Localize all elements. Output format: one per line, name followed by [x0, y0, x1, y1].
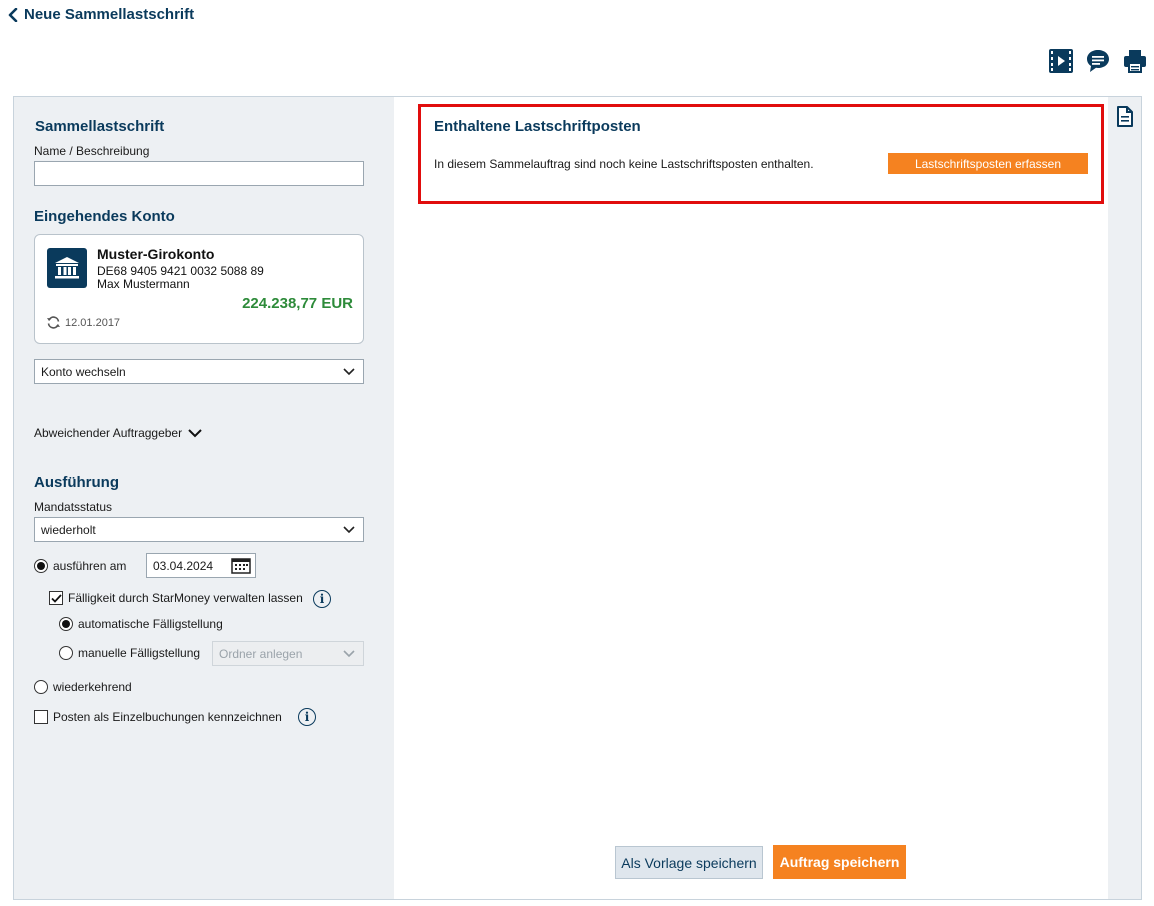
right-panel: [394, 97, 1108, 899]
execute-on-option[interactable]: ausführen am: [34, 559, 126, 573]
chat-icon[interactable]: [1084, 47, 1112, 75]
recurring-radio[interactable]: [34, 680, 48, 694]
print-icon[interactable]: [1121, 47, 1149, 75]
info-icon[interactable]: i: [298, 708, 316, 726]
switch-account-label: Konto wechseln: [41, 364, 126, 379]
video-icon[interactable]: [1047, 47, 1075, 75]
mandate-status-value: wiederholt: [41, 522, 96, 537]
chevron-left-icon: [8, 7, 18, 22]
account-owner: Max Mustermann: [97, 277, 190, 291]
manual-due-radio[interactable]: [59, 646, 73, 660]
section-title-account: Eingehendes Konto: [34, 208, 175, 225]
section-title-collective: Sammellastschrift: [35, 118, 165, 135]
manual-due-option[interactable]: manuelle Fälligstellung: [59, 646, 200, 660]
folder-select: Ordner anlegen: [212, 641, 364, 666]
sync-icon: [47, 316, 60, 329]
bank-icon: [47, 248, 87, 288]
different-originator-label: Abweichender Auftraggeber: [34, 426, 183, 440]
back-link[interactable]: Neue Sammellastschrift: [8, 6, 194, 23]
sync-date: 12.01.2017: [65, 316, 121, 329]
save-order-button[interactable]: Auftrag speichern: [773, 845, 906, 879]
auto-due-option[interactable]: automatische Fälligstellung: [59, 617, 223, 631]
recurring-option[interactable]: wiederkehrend: [34, 680, 132, 694]
recurring-label: wiederkehrend: [53, 680, 132, 694]
account-card[interactable]: Muster-Girokonto DE68 9405 9421 0032 508…: [34, 234, 364, 344]
info-icon[interactable]: i: [313, 590, 331, 608]
switch-account-select[interactable]: Konto wechseln: [34, 359, 364, 384]
execute-date-value: 03.04.2024: [153, 558, 214, 573]
checkmark-icon: [50, 593, 62, 603]
mandate-status-label: Mandatsstatus: [34, 500, 113, 514]
execute-date-input[interactable]: 03.04.2024: [146, 553, 256, 578]
account-balance: 224.238,77 EUR: [242, 295, 353, 312]
due-managed-checkbox[interactable]: [49, 591, 63, 605]
name-input[interactable]: [34, 161, 364, 186]
section-title-execution: Ausführung: [34, 474, 119, 491]
folder-placeholder: Ordner anlegen: [219, 646, 303, 661]
debit-items-title: Enthaltene Lastschriftposten: [434, 118, 641, 135]
add-debit-item-button[interactable]: Lastschriftsposten erfassen: [888, 153, 1088, 174]
due-managed-label: Fälligkeit durch StarMoney verwalten las…: [68, 591, 303, 605]
name-label: Name / Beschreibung: [34, 144, 150, 158]
single-booking-option[interactable]: Posten als Einzelbuchungen kennzeichnen: [34, 710, 282, 724]
chevron-down-icon: [188, 428, 202, 437]
due-managed-option[interactable]: Fälligkeit durch StarMoney verwalten las…: [49, 591, 303, 605]
empty-state-text: In diesem Sammelauftrag sind noch keine …: [434, 157, 814, 171]
account-sync: 12.01.2017: [46, 316, 120, 329]
mandate-status-select[interactable]: wiederholt: [34, 517, 364, 542]
page-title: Neue Sammellastschrift: [24, 6, 195, 23]
manual-due-label: manuelle Fälligstellung: [78, 646, 201, 660]
account-iban: DE68 9405 9421 0032 5088 89: [97, 264, 264, 278]
single-booking-label: Posten als Einzelbuchungen kennzeichnen: [53, 710, 282, 724]
calendar-icon[interactable]: [231, 557, 251, 574]
save-template-button[interactable]: Als Vorlage speichern: [615, 846, 763, 879]
single-booking-checkbox[interactable]: [34, 710, 48, 724]
account-name: Muster-Girokonto: [97, 246, 215, 262]
auto-due-label: automatische Fälligstellung: [78, 617, 223, 631]
different-originator-toggle[interactable]: Abweichender Auftraggeber: [34, 426, 202, 440]
execute-on-radio[interactable]: [34, 559, 48, 573]
document-icon[interactable]: [1116, 106, 1134, 132]
execute-on-label: ausführen am: [53, 559, 127, 573]
chevron-down-icon: [343, 525, 355, 533]
side-column: [1108, 97, 1141, 899]
chevron-down-icon: [343, 649, 355, 657]
auto-due-radio[interactable]: [59, 617, 73, 631]
chevron-down-icon: [343, 367, 355, 375]
